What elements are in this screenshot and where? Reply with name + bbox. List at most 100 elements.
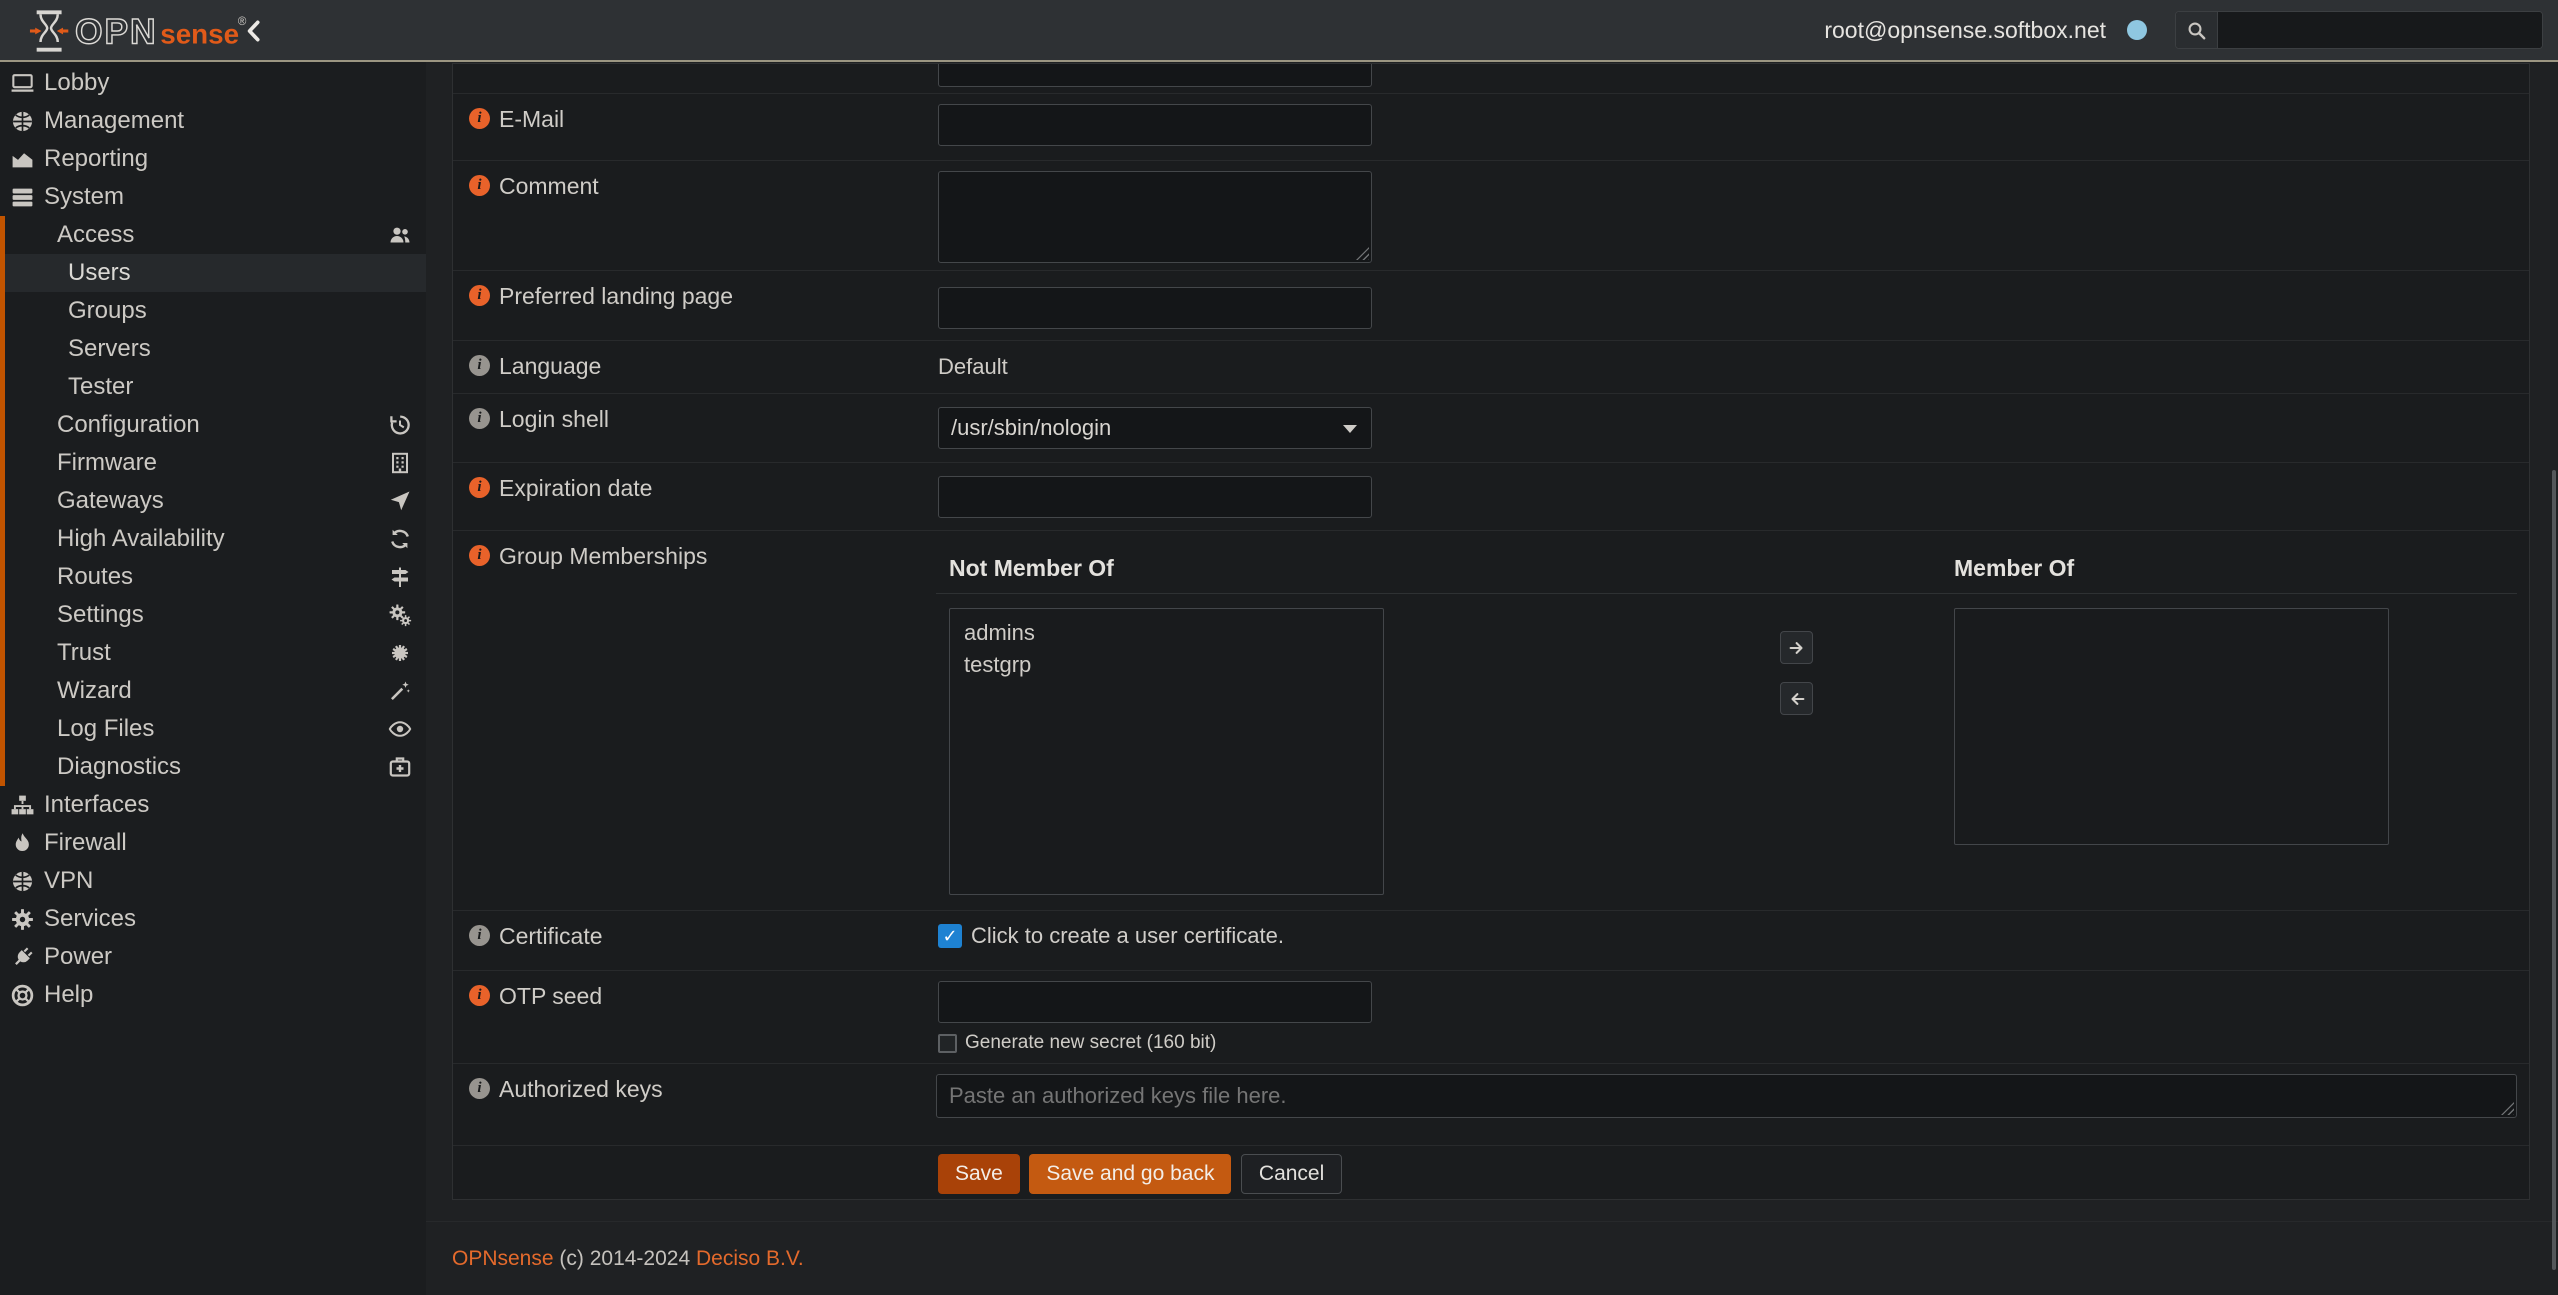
- sidebar-item-label: Reporting: [44, 145, 148, 173]
- form-row-landing-page: Preferred landing page: [453, 271, 2529, 341]
- sidebar-item-label: Users: [68, 259, 131, 287]
- expiration-date-input[interactable]: [938, 476, 1372, 518]
- info-icon[interactable]: [469, 925, 490, 946]
- list-option[interactable]: admins: [950, 617, 1383, 649]
- sidebar-item-label: Configuration: [57, 411, 200, 439]
- form-row-authorized-keys: Authorized keys: [453, 1064, 2529, 1146]
- sidebar-item-trust[interactable]: Trust: [0, 634, 426, 672]
- sidebar-item-label: Gateways: [57, 487, 164, 515]
- status-dot[interactable]: [2127, 20, 2147, 40]
- info-icon[interactable]: [469, 285, 490, 306]
- form-row-scrolled-partial: [453, 64, 2529, 94]
- cog-icon: [10, 907, 35, 932]
- field-label: OTP seed: [499, 983, 602, 1010]
- scrollbar-thumb[interactable]: [2552, 470, 2556, 1270]
- search-input[interactable]: [2218, 12, 2542, 48]
- save-button[interactable]: Save: [938, 1154, 1020, 1194]
- sidebar-item-firmware[interactable]: Firmware: [0, 444, 426, 482]
- partial-input[interactable]: [938, 64, 1372, 87]
- field-label: Group Memberships: [499, 543, 707, 570]
- create-certificate-checkbox[interactable]: [938, 924, 962, 948]
- sidebar-item-power[interactable]: Power: [0, 938, 426, 976]
- sidebar-item-wizard[interactable]: Wizard: [0, 672, 426, 710]
- sidebar-item-configuration[interactable]: Configuration: [0, 406, 426, 444]
- opnsense-footer-link[interactable]: OPNsense: [452, 1247, 554, 1270]
- member-of-header: Member Of: [1954, 555, 2074, 582]
- brand-sense-text: sense: [160, 18, 239, 49]
- info-icon[interactable]: [469, 1078, 490, 1099]
- not-member-of-header: Not Member Of: [949, 555, 1114, 582]
- not-member-of-listbox[interactable]: admins testgrp: [949, 608, 1384, 895]
- sidebar-item-label: Trust: [57, 639, 111, 667]
- comment-textarea[interactable]: [938, 171, 1372, 263]
- field-label: Certificate: [499, 923, 603, 950]
- sidebar-item-vpn[interactable]: VPN: [0, 862, 426, 900]
- sidebar-item-diagnostics[interactable]: Diagnostics: [0, 748, 426, 786]
- save-and-go-back-button[interactable]: Save and go back: [1029, 1154, 1231, 1194]
- landing-page-input[interactable]: [938, 287, 1372, 329]
- generate-secret-checkbox[interactable]: [938, 1034, 957, 1053]
- cancel-button[interactable]: Cancel: [1241, 1154, 1342, 1194]
- sidebar-item-servers[interactable]: Servers: [0, 330, 426, 368]
- list-option[interactable]: testgrp: [950, 649, 1383, 681]
- sidebar-item-label: Groups: [68, 297, 147, 325]
- field-label: Expiration date: [499, 475, 652, 502]
- sidebar-item-services[interactable]: Services: [0, 900, 426, 938]
- deciso-footer-link[interactable]: Deciso B.V.: [696, 1247, 804, 1270]
- info-icon[interactable]: [469, 477, 490, 498]
- globe-icon: [10, 869, 35, 894]
- location-arrow-icon: [388, 489, 412, 513]
- building-icon: [388, 451, 412, 475]
- sidebar-item-lobby[interactable]: Lobby: [0, 64, 426, 102]
- sidebar-item-tester[interactable]: Tester: [0, 368, 426, 406]
- form-row-login-shell: Login shell /usr/sbin/nologin: [453, 394, 2529, 463]
- sidebar-item-system[interactable]: System: [0, 178, 426, 216]
- medkit-icon: [388, 755, 412, 779]
- sidebar-item-reporting[interactable]: Reporting: [0, 140, 426, 178]
- sidebar-item-groups[interactable]: Groups: [0, 292, 426, 330]
- add-to-group-button[interactable]: [1780, 631, 1813, 664]
- sidebar-item-log-files[interactable]: Log Files: [0, 710, 426, 748]
- info-icon[interactable]: [469, 985, 490, 1006]
- sidebar-item-firewall[interactable]: Firewall: [0, 824, 426, 862]
- sidebar-item-interfaces[interactable]: Interfaces: [0, 786, 426, 824]
- login-shell-select[interactable]: /usr/sbin/nologin: [938, 407, 1372, 449]
- info-icon[interactable]: [469, 355, 490, 376]
- sidebar-item-management[interactable]: Management: [0, 102, 426, 140]
- sidebar-item-label: Firewall: [44, 829, 127, 857]
- sidebar-item-label: Tester: [68, 373, 133, 401]
- sidebar-item-label: Settings: [57, 601, 144, 629]
- collapse-sidebar-icon[interactable]: [242, 18, 268, 44]
- sidebar-item-label: Lobby: [44, 69, 109, 97]
- sidebar-item-settings[interactable]: Settings: [0, 596, 426, 634]
- info-icon[interactable]: [469, 108, 490, 129]
- sidebar-item-gateways[interactable]: Gateways: [0, 482, 426, 520]
- authorized-keys-textarea[interactable]: [936, 1074, 2517, 1118]
- sidebar-item-label: Servers: [68, 335, 151, 363]
- login-shell-value: /usr/sbin/nologin: [951, 415, 1111, 441]
- sidebar-item-access[interactable]: Access: [0, 216, 426, 254]
- top-navbar: OPN sense ® root@opnsense.softbox.net: [0, 0, 2558, 62]
- sidebar-item-help[interactable]: Help: [0, 976, 426, 1014]
- form-row-comment: Comment: [453, 161, 2529, 271]
- info-icon[interactable]: [469, 175, 490, 196]
- desktop-icon: [10, 71, 35, 96]
- sidebar-item-label: Diagnostics: [57, 753, 181, 781]
- info-icon[interactable]: [469, 408, 490, 429]
- sidebar-item-label: System: [44, 183, 124, 211]
- eye-icon: [388, 717, 412, 741]
- sidebar-item-routes[interactable]: Routes: [0, 558, 426, 596]
- sidebar-item-label: Interfaces: [44, 791, 149, 819]
- sidebar-item-label: Routes: [57, 563, 133, 591]
- sidebar-item-high-availability[interactable]: High Availability: [0, 520, 426, 558]
- sidebar-item-label: Wizard: [57, 677, 132, 705]
- member-of-listbox[interactable]: [1954, 608, 2389, 845]
- generate-secret-label: Generate new secret (160 bit): [965, 1032, 1216, 1054]
- opnsense-logo[interactable]: OPN sense ®: [24, 8, 264, 54]
- otp-seed-input[interactable]: [938, 981, 1372, 1023]
- email-input[interactable]: [938, 104, 1372, 146]
- create-certificate-label: Click to create a user certificate.: [971, 923, 1284, 949]
- remove-from-group-button[interactable]: [1780, 682, 1813, 715]
- sidebar-item-users[interactable]: Users: [0, 254, 426, 292]
- info-icon[interactable]: [469, 545, 490, 566]
